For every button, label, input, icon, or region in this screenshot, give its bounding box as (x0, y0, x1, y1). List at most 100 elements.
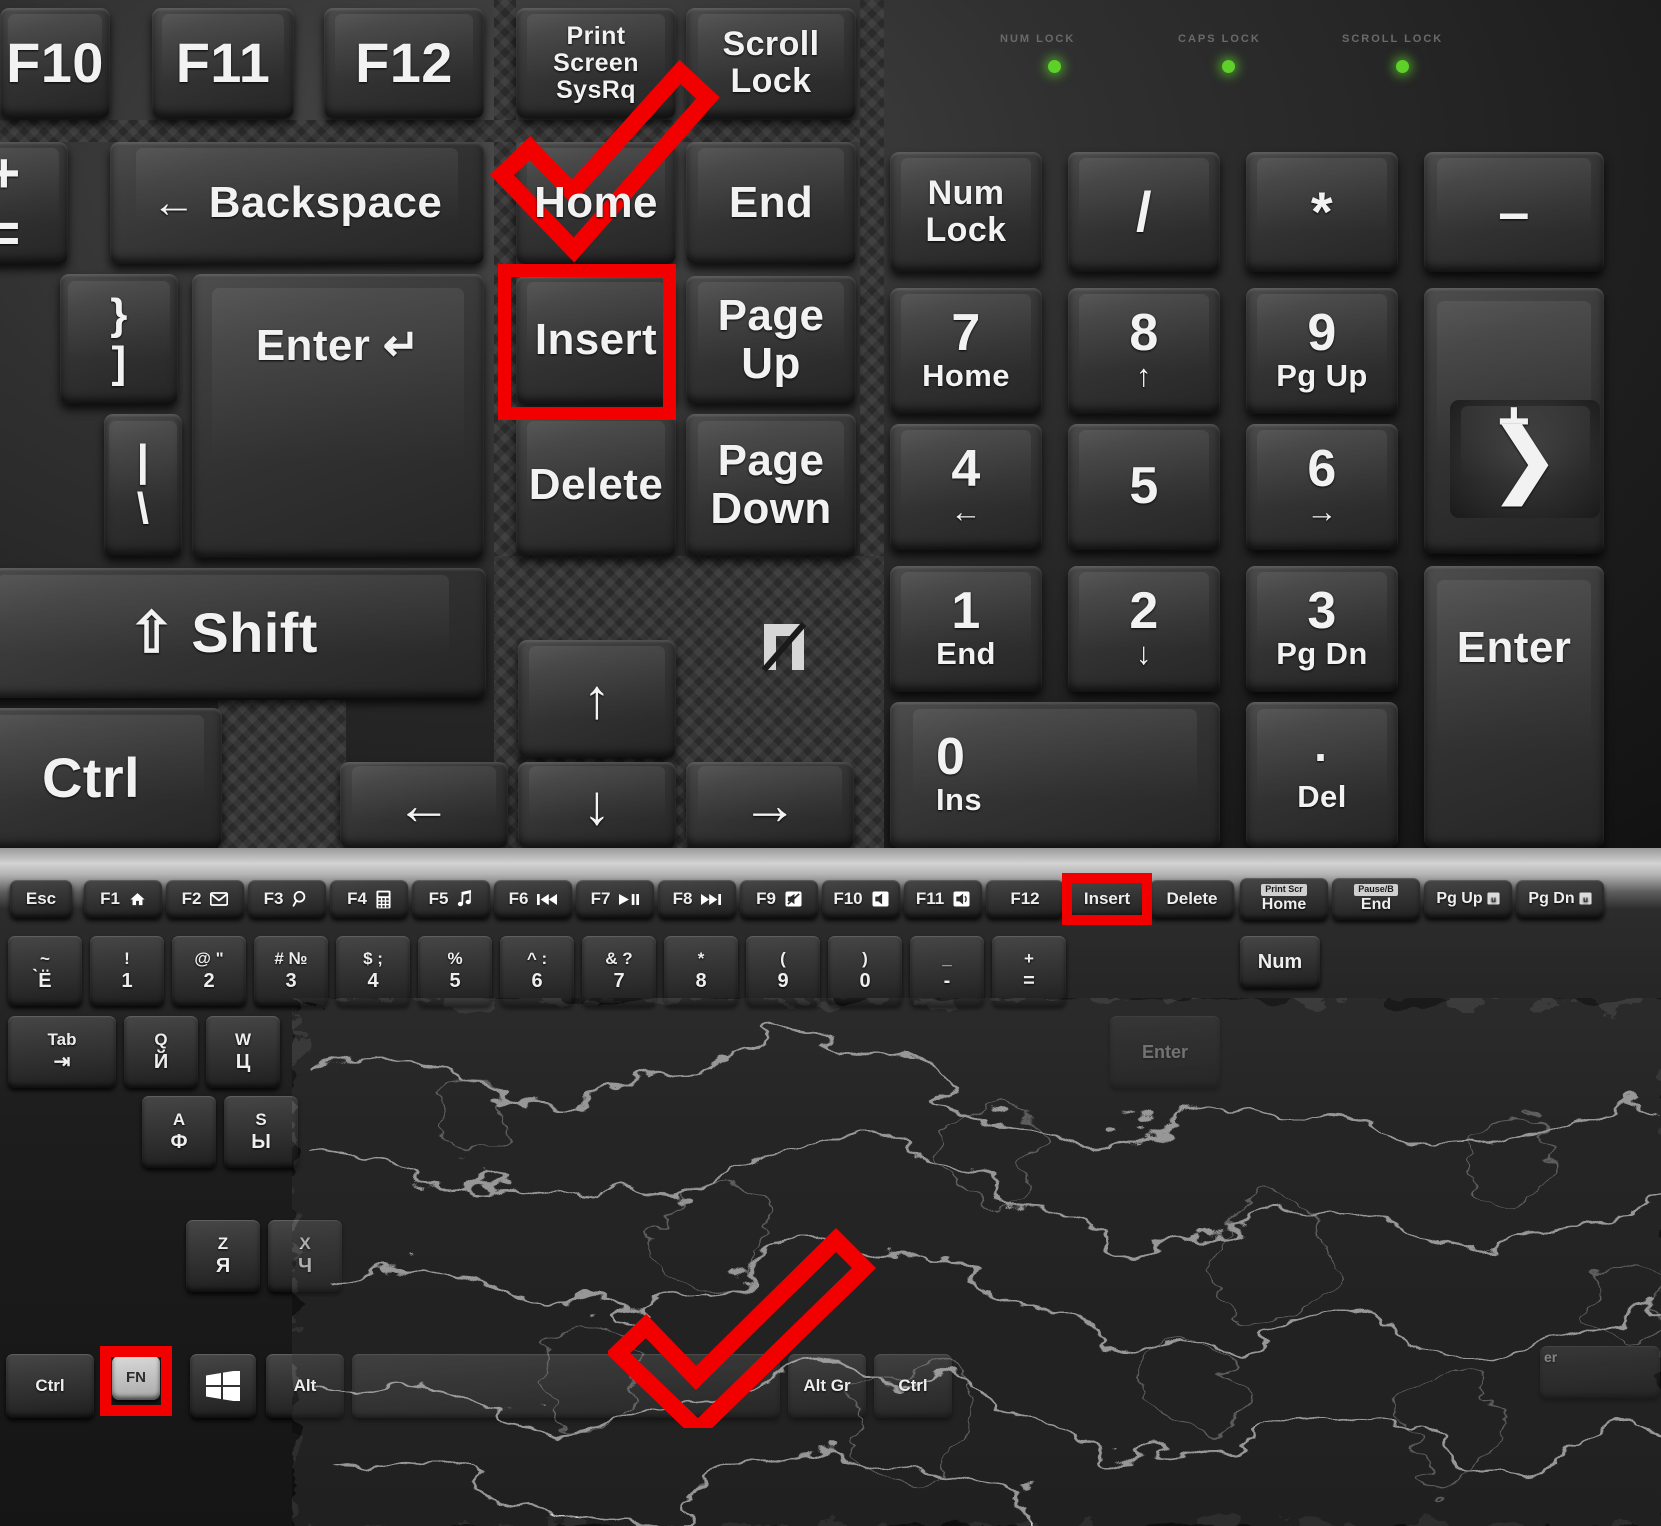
key-page-up[interactable]: Page Up (686, 276, 856, 404)
lkey-num[interactable]: Num (1240, 936, 1320, 988)
key-arrow-right[interactable]: → (686, 762, 854, 848)
lkey-end[interactable]: Pause/B End (1332, 878, 1420, 920)
key-home[interactable]: Home (516, 142, 676, 264)
numpad-8-sub: ↑ (1136, 357, 1152, 393)
home-printscr-cap: Print Scr (1261, 884, 1307, 896)
lkey-minus[interactable]: _ - (910, 936, 984, 1006)
caps-lock-led-label: CAPS LOCK (1178, 33, 1261, 45)
key-arrow-left[interactable]: ← (340, 762, 508, 848)
lkey-digit-1[interactable]: ! 1 (90, 936, 164, 1006)
lkey-alt-left[interactable]: Alt (266, 1354, 344, 1418)
key-page-down[interactable]: Page Down (686, 414, 856, 556)
x-lower: Ч (297, 1254, 313, 1277)
key-arrow-up[interactable]: ↑ (518, 640, 676, 758)
lkey-digit-8[interactable]: * 8 (664, 936, 738, 1006)
lkey-tilde-yo[interactable]: ~ ̀Ё (8, 936, 82, 1006)
lkey-space[interactable] (352, 1354, 780, 1418)
lkey-f2[interactable]: F2 (166, 880, 244, 918)
lkey-ctrl-left[interactable]: Ctrl (6, 1354, 94, 1418)
lkey-f10[interactable]: F10 (822, 880, 900, 918)
d2-upper: @ " (194, 948, 224, 968)
key-backspace[interactable]: ← Backspace (110, 142, 484, 264)
lkey-equals[interactable]: + = (992, 936, 1066, 1006)
key-numpad-0[interactable]: 0 Ins (890, 702, 1220, 848)
lkey-f5[interactable]: F5 (412, 880, 490, 918)
lkey-f7[interactable]: F7 (576, 880, 654, 918)
lkey-s[interactable]: S Ы (224, 1096, 298, 1168)
lkey-esc[interactable]: Esc (10, 880, 72, 918)
key-end[interactable]: End (686, 142, 856, 264)
lkey-enter-main[interactable]: Enter (1110, 1016, 1220, 1088)
lkey-windows[interactable] (190, 1354, 256, 1418)
key-numpad-enter[interactable]: Enter (1424, 566, 1604, 848)
key-num-lock[interactable]: Num Lock (890, 152, 1042, 272)
key-numpad-5[interactable]: 5 (1068, 424, 1220, 550)
lkey-f11[interactable]: F11 (904, 880, 982, 918)
key-numpad-multiply[interactable]: * (1246, 152, 1398, 272)
lkey-delete[interactable]: Delete (1150, 880, 1234, 918)
key-f11[interactable]: F11 (152, 8, 294, 118)
numpad-badge-icon: u (1487, 892, 1500, 906)
key-numpad-chevron[interactable]: ❯ (1450, 400, 1600, 518)
lkey-f1[interactable]: F1 (84, 880, 162, 918)
num-label: Num (1257, 950, 1303, 973)
lkey-f4[interactable]: F4 (330, 880, 408, 918)
lkey-tab[interactable]: Tab ⇥ (8, 1016, 116, 1088)
key-numpad-minus[interactable]: – (1424, 152, 1604, 272)
lkey-digit-7[interactable]: & ? 7 (582, 936, 656, 1006)
lkey-q[interactable]: Q Й (124, 1016, 198, 1088)
lkey-f8[interactable]: F8 (658, 880, 736, 918)
lkey-digit-9[interactable]: ( 9 (746, 936, 820, 1006)
lkey-pg-dn[interactable]: Pg Dn u (1516, 880, 1604, 918)
key-f10[interactable]: F10 (0, 8, 110, 118)
key-numpad-decimal[interactable]: · Del (1246, 702, 1398, 848)
key-shift[interactable]: ⇧ Shift (0, 568, 486, 698)
key-numpad-2[interactable]: 2 ↓ (1068, 566, 1220, 692)
key-delete[interactable]: Delete (516, 414, 676, 556)
lkey-digit-5[interactable]: % 5 (418, 936, 492, 1006)
lkey-z[interactable]: Z Я (186, 1220, 260, 1292)
lkey-home[interactable]: Print Scr Home (1240, 878, 1328, 920)
z-upper: Z (217, 1233, 229, 1253)
numpad-2-digit: 2 (1129, 582, 1159, 641)
lkey-pg-up[interactable]: Pg Up u (1424, 880, 1512, 918)
key-f12[interactable]: F12 (324, 8, 484, 118)
lkey-a[interactable]: A Ф (142, 1096, 216, 1168)
key-scroll-lock[interactable]: Scroll Lock (686, 8, 856, 118)
key-numpad-6[interactable]: 6 → (1246, 424, 1398, 550)
key-plus-equals[interactable]: + = (0, 142, 68, 264)
key-enter[interactable]: Enter ↵ (192, 274, 484, 558)
key-bracket-close[interactable]: } ] (60, 274, 178, 404)
key-numpad-3[interactable]: 3 Pg Dn (1246, 566, 1398, 692)
d0-upper: ) (862, 948, 868, 968)
key-numpad-1[interactable]: 1 End (890, 566, 1042, 692)
lkey-w[interactable]: W Ц (206, 1016, 280, 1088)
lkey-f6[interactable]: F6 (494, 880, 572, 918)
key-numpad-divide[interactable]: / (1068, 152, 1220, 272)
key-arrow-down[interactable]: ↓ (518, 762, 676, 848)
key-numpad-9[interactable]: 9 Pg Up (1246, 288, 1398, 414)
key-print-screen[interactable]: Print Screen SysRq (516, 8, 676, 118)
lkey-alt-gr[interactable]: Alt Gr (788, 1354, 866, 1418)
lkey-enter-right[interactable]: er (1540, 1346, 1660, 1398)
key-pipe-backslash[interactable]: | \ (104, 414, 182, 556)
numpad-2-sub: ↓ (1136, 635, 1152, 671)
d3-lower: 3 (285, 969, 297, 992)
lkey-digit-4[interactable]: $ ; 4 (336, 936, 410, 1006)
lkey-f3[interactable]: F3 (248, 880, 326, 918)
lkey-f12[interactable]: F12 (986, 880, 1064, 918)
numpad-7-digit: 7 (951, 304, 981, 363)
lkey-digit-3[interactable]: # № 3 (254, 936, 328, 1006)
lkey-f9[interactable]: F9 (740, 880, 818, 918)
lkey-digit-2[interactable]: @ " 2 (172, 936, 246, 1006)
lkey-digit-6[interactable]: ^ : 6 (500, 936, 574, 1006)
key-numpad-4[interactable]: 4 ← (890, 424, 1042, 550)
key-numpad-8[interactable]: 8 ↑ (1068, 288, 1220, 414)
key-numpad-7[interactable]: 7 Home (890, 288, 1042, 414)
key-ctrl[interactable]: Ctrl (0, 708, 222, 848)
deck-texture-row-gap (0, 120, 880, 142)
lkey-ctrl-right[interactable]: Ctrl (874, 1354, 952, 1418)
numpad-6-digit: 6 (1307, 440, 1337, 499)
lkey-digit-0[interactable]: ) 0 (828, 936, 902, 1006)
lkey-x[interactable]: X Ч (268, 1220, 342, 1292)
